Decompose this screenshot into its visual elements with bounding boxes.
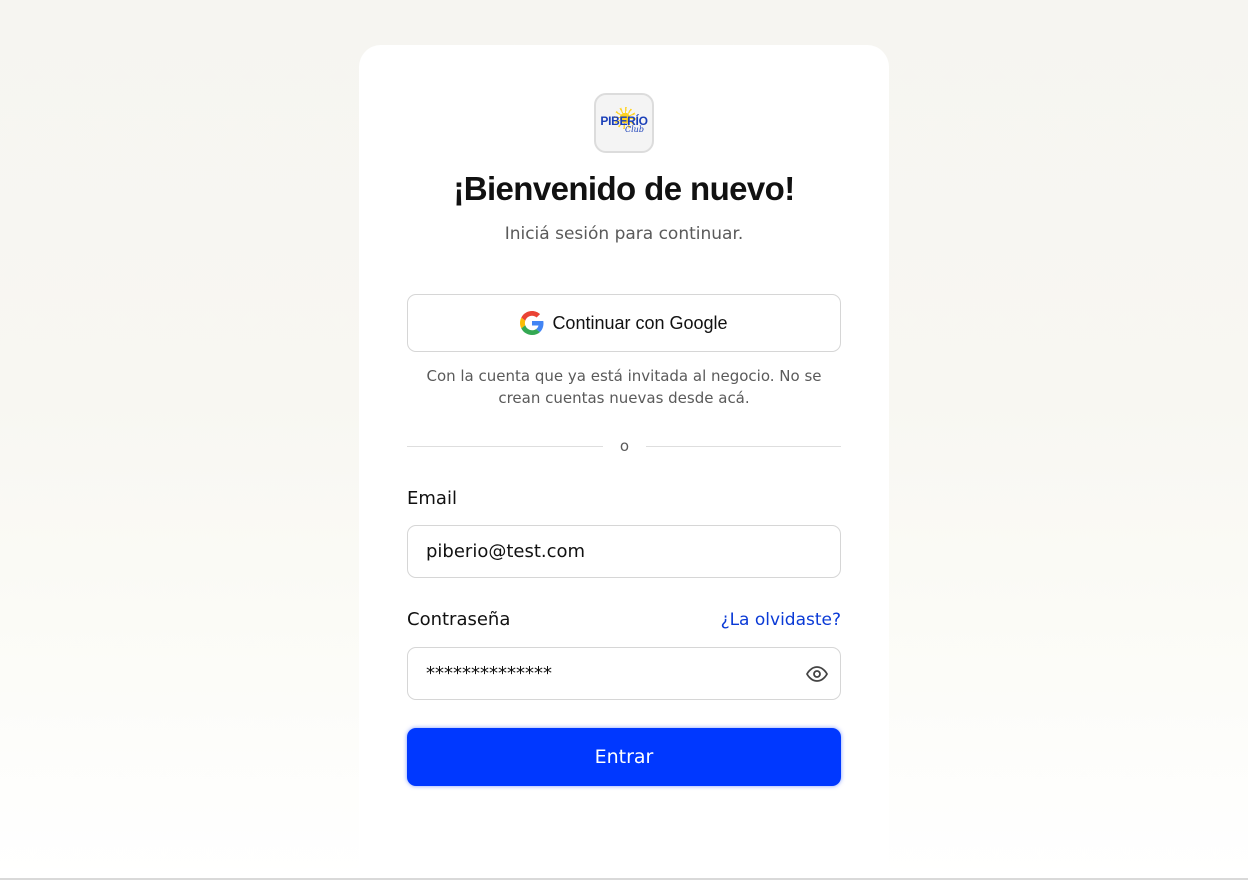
divider-line-left	[407, 446, 603, 447]
forgot-password-link[interactable]: ¿La olvidaste?	[721, 610, 841, 630]
email-field[interactable]	[407, 525, 841, 578]
email-label: Email	[407, 488, 457, 509]
google-icon	[520, 311, 544, 335]
password-label: Contraseña	[407, 609, 511, 630]
page-title: ¡Bienvenido de nuevo!	[453, 170, 795, 207]
page-subtitle: Iniciá sesión para continuar.	[504, 224, 744, 244]
google-note: Con la cuenta que ya está invitada al ne…	[426, 367, 822, 407]
logo-mark: PIBERÍO Club	[599, 107, 649, 138]
password-field[interactable]	[407, 647, 841, 700]
google-signin-button[interactable]: Continuar con Google	[407, 294, 841, 352]
divider-text: o	[619, 437, 630, 455]
brand-logo: PIBERÍO Club	[594, 93, 654, 153]
eye-icon[interactable]	[805, 662, 829, 686]
divider-line-right	[646, 446, 841, 447]
submit-button[interactable]: Entrar	[407, 728, 841, 786]
logo-subtext: Club	[625, 125, 644, 134]
google-signin-label: Continuar con Google	[552, 312, 728, 333]
